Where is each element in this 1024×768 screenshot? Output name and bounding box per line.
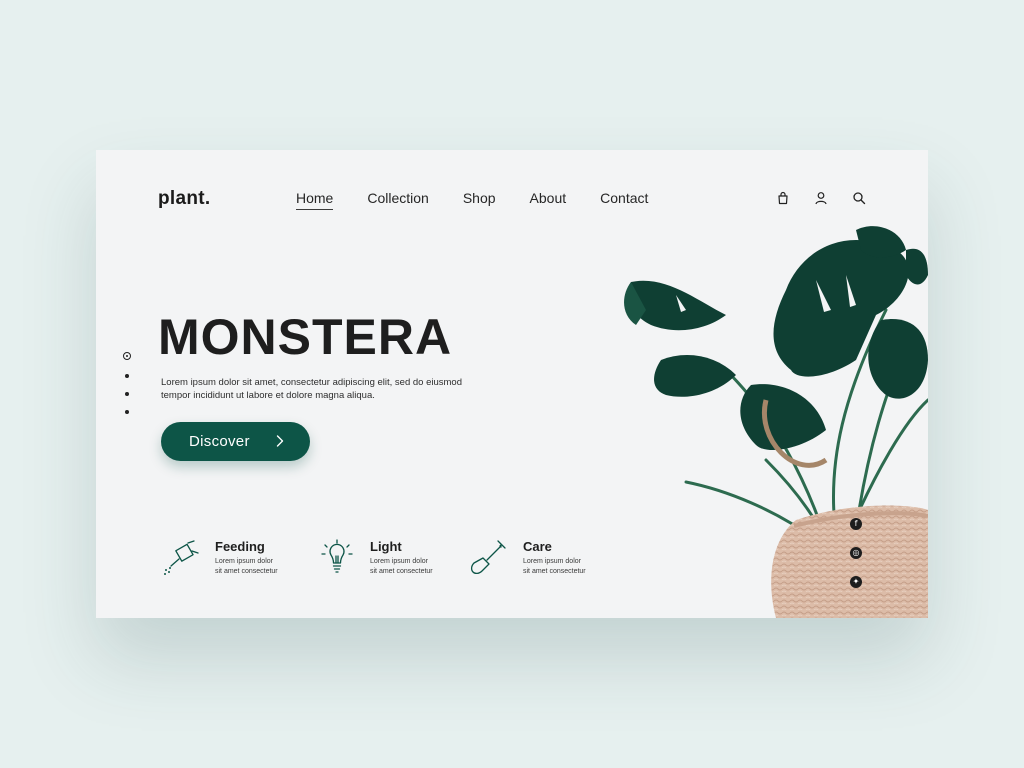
feature-light: Light Lorem ipsum dolor sit amet consect… [317,537,467,577]
feature-text: Lorem ipsum dolor sit amet consectetur [215,557,305,577]
monstera-plant-image [624,226,928,618]
header-icons [776,191,866,205]
nav-item-contact[interactable]: Contact [600,190,648,210]
slide-dot[interactable] [125,374,129,378]
feature-text-line: Lorem ipsum dolor [215,558,273,565]
nav-item-shop[interactable]: Shop [463,190,496,210]
feature-text-line: sit amet consectetur [215,568,278,575]
slide-dot[interactable] [125,392,129,396]
discover-label: Discover [189,433,250,450]
feature-text-line: Lorem ipsum dolor [370,558,428,565]
nav-item-about[interactable]: About [530,190,567,210]
slide-indicator [123,352,131,428]
bag-icon[interactable] [776,191,790,205]
feature-feeding: Feeding Lorem ipsum dolor sit amet conse… [162,537,312,577]
twitter-icon[interactable]: ✦ [850,576,862,588]
hero-title: MONSTERA [158,309,453,365]
nav-item-home[interactable]: Home [296,190,334,210]
facebook-icon[interactable]: f [850,518,862,530]
feature-text-line: sit amet consectetur [370,568,433,575]
discover-button[interactable]: Discover [161,422,310,461]
watering-can-icon [164,540,199,575]
feature-title: Feeding [215,539,265,554]
chevron-right-icon [276,435,284,447]
landing-card: plant. Home Collection Shop About Contac… [96,150,928,618]
instagram-icon[interactable]: ◎ [850,547,862,559]
hero-description-line: Lorem ipsum dolor sit amet, consectetur … [161,377,462,388]
slide-dot-active[interactable] [123,352,131,360]
shovel-icon [470,540,506,575]
feature-text: Lorem ipsum dolor sit amet consectetur [370,557,460,577]
hero-description: Lorem ipsum dolor sit amet, consectetur … [161,376,481,402]
slide-dot[interactable] [125,410,129,414]
main-nav: Home Collection Shop About Contact [296,190,682,210]
social-links: f ◎ ✦ [850,518,862,605]
user-icon[interactable] [814,191,828,205]
search-icon[interactable] [852,191,866,205]
nav-item-collection[interactable]: Collection [367,190,428,210]
feature-title: Light [370,539,402,554]
hero-description-line: tempor incididunt ut labore et dolore ma… [161,390,375,401]
lightbulb-icon [321,539,353,573]
logo[interactable]: plant. [158,188,210,210]
